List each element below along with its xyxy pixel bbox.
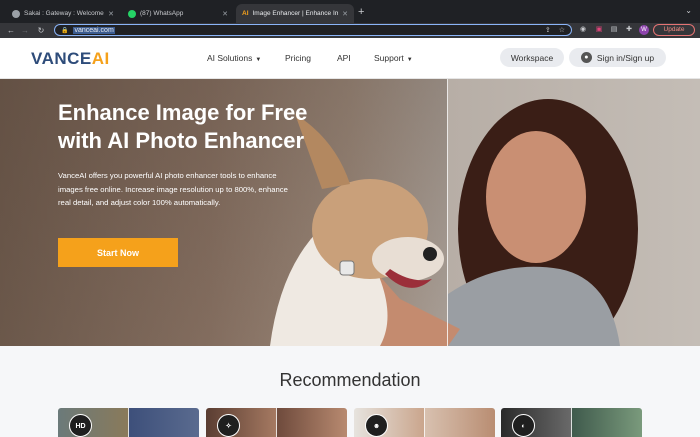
recommendation-title: Recommendation (279, 370, 421, 390)
site-header: VANCEAI AI Solutions ▼ Pricing API Suppor… (0, 38, 700, 79)
recommendation-card[interactable]: HD (58, 408, 199, 437)
tab-whatsapp[interactable]: (87) WhatsApp ✕ (122, 4, 234, 23)
nav-support[interactable]: Support ▼ (374, 53, 413, 63)
extension-icon[interactable]: ▤ (609, 25, 619, 35)
user-icon: ● (580, 52, 592, 63)
browser-tab-bar: Sakai : Gateway : Welcome ✕ (87) WhatsAp… (0, 0, 700, 23)
address-bar[interactable]: 🔒 vanceai.com ⇪ ☆ (54, 24, 572, 36)
start-now-button[interactable]: Start Now (58, 238, 178, 267)
card-divider (128, 408, 129, 437)
recommendation-card[interactable]: ◐ (501, 408, 642, 437)
card-divider (276, 408, 277, 437)
vanceai-logo[interactable]: VANCEAI (31, 49, 110, 69)
logo-text: VANCE (31, 49, 92, 68)
nav-api[interactable]: API (337, 53, 351, 63)
forward-icon[interactable]: → (18, 26, 32, 35)
nav-ai-solutions[interactable]: AI Solutions ▼ (207, 53, 261, 63)
hero-title-line: Enhance Image for Free (58, 100, 308, 125)
nav-label: Support (374, 53, 404, 63)
bookmark-star-icon[interactable]: ☆ (559, 26, 565, 34)
browser-toolbar: ← → ↻ 🔒 vanceai.com ⇪ ☆ ◉ ▣ ▤ ✚ W Update (0, 23, 700, 38)
hero-title: Enhance Image for Free with AI Photo Enh… (58, 99, 358, 155)
workspace-button[interactable]: Workspace (500, 48, 564, 67)
portrait-icon: ☻ (365, 414, 388, 437)
workspace-label: Workspace (510, 52, 554, 63)
before-after-divider[interactable] (447, 79, 448, 346)
logo-ai-text: AI (91, 49, 110, 68)
tab-sakai[interactable]: Sakai : Gateway : Welcome ✕ (6, 4, 120, 23)
card-divider (424, 408, 425, 437)
colorize-icon: ◐ (512, 414, 535, 437)
sparkle-face-icon: ✧ (217, 414, 240, 437)
hero-title-line: with AI Photo Enhancer (58, 128, 305, 153)
chevron-down-icon: ▼ (255, 57, 262, 63)
close-icon[interactable]: ✕ (342, 10, 348, 18)
puzzle-icon[interactable]: ✚ (624, 25, 634, 35)
url-text[interactable]: vanceai.com (73, 26, 115, 34)
extension-icon[interactable]: ◉ (578, 25, 588, 35)
tab-vanceai[interactable]: AI Image Enhancer | Enhance Image ✕ (236, 4, 354, 23)
signin-label: Sign in/Sign up (596, 52, 655, 63)
chevron-down-icon: ▼ (406, 57, 413, 63)
nav-label: AI Solutions (207, 53, 253, 63)
close-icon[interactable]: ✕ (222, 10, 228, 18)
update-button[interactable]: Update (653, 24, 695, 36)
tab-title: Sakai : Gateway : Welcome (24, 10, 104, 17)
profile-avatar[interactable]: W (639, 25, 649, 35)
hero-section: Enhance Image for Free with AI Photo Enh… (0, 79, 700, 346)
hd-icon: HD (69, 414, 92, 437)
signin-button[interactable]: ● Sign in/Sign up (569, 48, 666, 67)
recommendation-section: Recommendation HD ✧ ☻ ◐ (0, 346, 700, 437)
new-tab-button[interactable]: + (358, 6, 364, 18)
whatsapp-icon (128, 9, 136, 18)
share-icon[interactable]: ⇪ (545, 26, 551, 34)
recommendation-card[interactable]: ☻ (354, 408, 495, 437)
card-divider (571, 408, 572, 437)
extension-icon[interactable]: ▣ (594, 25, 604, 35)
globe-icon (12, 9, 20, 18)
reload-icon[interactable]: ↻ (34, 26, 48, 35)
hero-description: VanceAI offers you powerful AI photo enh… (58, 171, 288, 207)
recommendation-card[interactable]: ✧ (206, 408, 347, 437)
tab-title: (87) WhatsApp (140, 10, 184, 17)
tab-title: Image Enhancer | Enhance Image (252, 10, 339, 17)
lock-icon[interactable]: 🔒 (61, 27, 68, 34)
tab-search-icon[interactable]: ⌄ (685, 6, 692, 15)
vanceai-favicon-icon: AI (242, 10, 249, 17)
close-icon[interactable]: ✕ (108, 10, 114, 18)
back-icon[interactable]: ← (4, 26, 18, 35)
nav-pricing[interactable]: Pricing (285, 53, 311, 63)
